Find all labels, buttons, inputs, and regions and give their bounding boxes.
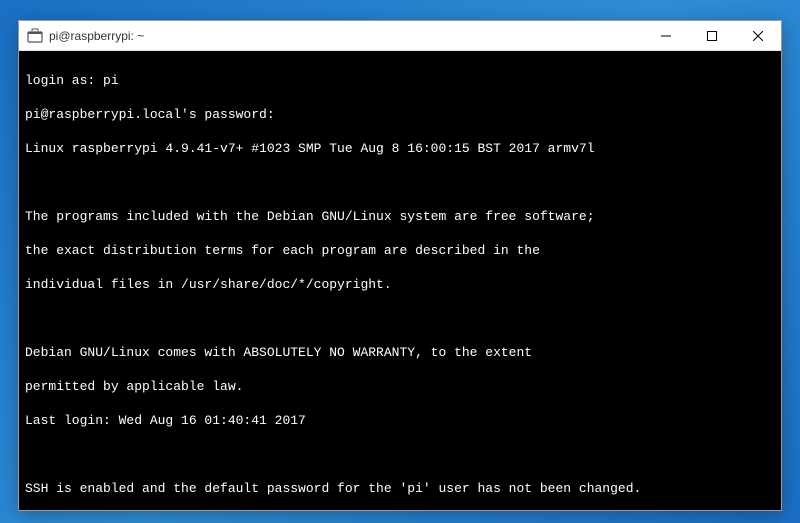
term-line bbox=[25, 310, 775, 327]
term-line bbox=[25, 174, 775, 191]
titlebar[interactable]: pi@raspberrypi: ~ bbox=[19, 21, 781, 51]
terminal-window: pi@raspberrypi: ~ login as: pi pi@raspbe… bbox=[18, 20, 782, 511]
terminal-area[interactable]: login as: pi pi@raspberrypi.local's pass… bbox=[19, 51, 781, 510]
term-line: individual files in /usr/share/doc/*/cop… bbox=[25, 276, 775, 293]
window-controls bbox=[643, 21, 781, 50]
term-line: Debian GNU/Linux comes with ABSOLUTELY N… bbox=[25, 344, 775, 361]
term-line: pi@raspberrypi.local's password: bbox=[25, 106, 775, 123]
term-line: the exact distribution terms for each pr… bbox=[25, 242, 775, 259]
term-line: permitted by applicable law. bbox=[25, 378, 775, 395]
window-title: pi@raspberrypi: ~ bbox=[49, 29, 144, 43]
term-line: login as: pi bbox=[25, 72, 775, 89]
term-line: Linux raspberrypi 4.9.41-v7+ #1023 SMP T… bbox=[25, 140, 775, 157]
close-button[interactable] bbox=[735, 21, 781, 51]
term-line: SSH is enabled and the default password … bbox=[25, 480, 775, 497]
maximize-button[interactable] bbox=[689, 21, 735, 51]
term-line: Last login: Wed Aug 16 01:40:41 2017 bbox=[25, 412, 775, 429]
term-line: The programs included with the Debian GN… bbox=[25, 208, 775, 225]
term-line bbox=[25, 446, 775, 463]
minimize-button[interactable] bbox=[643, 21, 689, 51]
app-icon bbox=[27, 28, 43, 44]
